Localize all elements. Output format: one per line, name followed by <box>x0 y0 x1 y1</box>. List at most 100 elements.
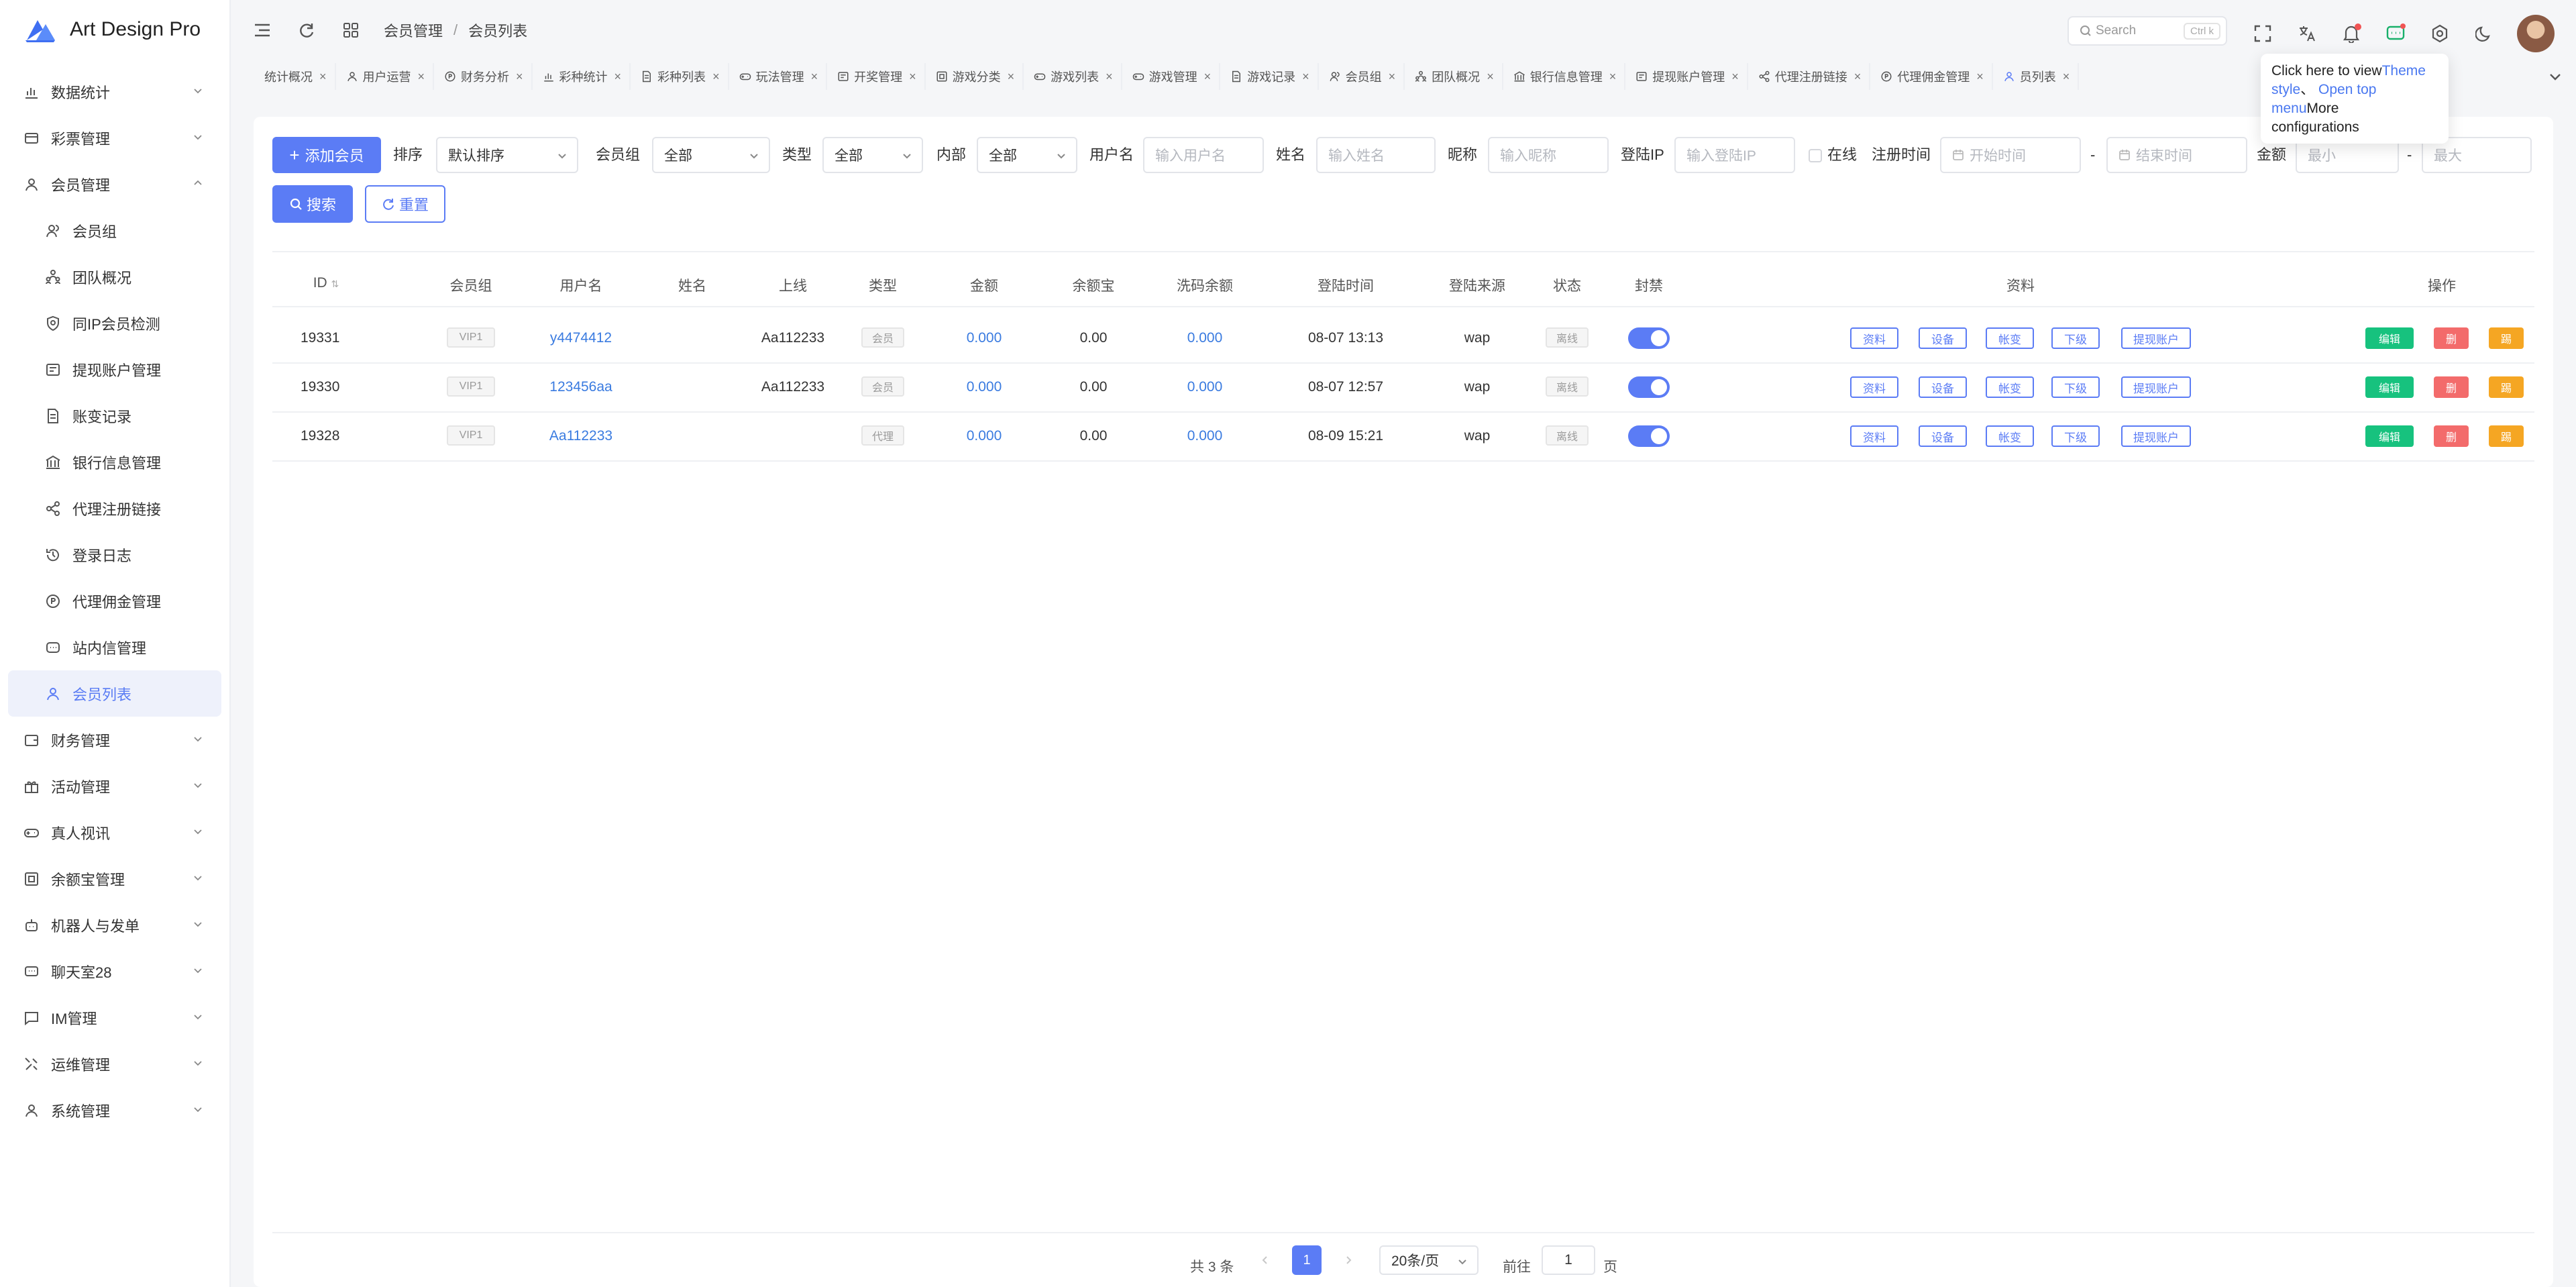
wash-balance-link[interactable]: 0.000 <box>1151 379 1258 395</box>
chat-bubble-icon[interactable] <box>2385 23 2406 44</box>
info-button[interactable]: 提现账户 <box>2121 376 2191 398</box>
search-button[interactable]: 搜索 <box>272 185 353 223</box>
breadcrumb-item[interactable]: 会员管理 <box>384 19 443 41</box>
tab[interactable]: 用户运营 × <box>336 63 435 90</box>
sidebar-item[interactable]: 代理注册链接 <box>0 485 229 531</box>
online-checkbox[interactable] <box>1809 149 1822 162</box>
close-icon[interactable]: × <box>1106 70 1113 84</box>
kick-button[interactable]: 踢 <box>2489 327 2524 349</box>
close-icon[interactable]: × <box>1302 70 1309 84</box>
dark-mode-moon-icon[interactable] <box>2474 23 2494 44</box>
username-link[interactable]: Aa112233 <box>527 428 635 444</box>
chevron-down-icon[interactable] <box>2545 67 2565 87</box>
tab[interactable]: 统计概况 × <box>255 63 336 90</box>
tab[interactable]: 会员组 × <box>1319 63 1405 90</box>
notification-bell-icon[interactable] <box>2341 23 2361 44</box>
sidebar-item[interactable]: 团队概况 <box>0 254 229 300</box>
username-input[interactable]: 输入用户名 <box>1143 137 1264 173</box>
kick-button[interactable]: 踢 <box>2489 425 2524 447</box>
goto-page-input[interactable]: 1 <box>1542 1245 1595 1275</box>
info-button[interactable]: 设备 <box>1919 425 1967 447</box>
sidebar-group[interactable]: 聊天室28 <box>0 948 229 994</box>
sidebar-group[interactable]: 系统管理 <box>0 1087 229 1133</box>
nickname-input[interactable]: 输入昵称 <box>1488 137 1609 173</box>
delete-button[interactable]: 删 <box>2434 327 2469 349</box>
ban-toggle[interactable] <box>1628 425 1670 447</box>
tab[interactable]: 财务分析 × <box>434 63 533 90</box>
delete-button[interactable]: 删 <box>2434 376 2469 398</box>
info-button[interactable]: 下级 <box>2051 327 2100 349</box>
info-button[interactable]: 提现账户 <box>2121 425 2191 447</box>
tooltip-link[interactable]: Theme <box>2382 63 2426 79</box>
close-icon[interactable]: × <box>909 70 916 84</box>
next-page-button[interactable] <box>1334 1245 1363 1275</box>
close-icon[interactable]: × <box>1976 70 1984 84</box>
close-icon[interactable]: × <box>319 70 327 84</box>
amount-link[interactable]: 0.000 <box>930 428 1038 444</box>
sidebar-group[interactable]: 会员管理 <box>0 161 229 207</box>
tab[interactable]: 游戏列表 × <box>1024 63 1122 90</box>
translate-icon[interactable] <box>2297 23 2317 44</box>
column-header[interactable]: ID ⇅ <box>272 275 380 291</box>
close-icon[interactable]: × <box>1204 70 1212 84</box>
refresh-icon[interactable] <box>297 20 317 40</box>
wash-balance-link[interactable]: 0.000 <box>1151 428 1258 444</box>
info-button[interactable]: 资料 <box>1850 425 1898 447</box>
tab[interactable]: 玩法管理 × <box>729 63 828 90</box>
info-button[interactable]: 设备 <box>1919 327 1967 349</box>
info-button[interactable]: 设备 <box>1919 376 1967 398</box>
username-link[interactable]: y4474412 <box>527 330 635 346</box>
grid-apps-icon[interactable] <box>341 20 361 40</box>
kick-button[interactable]: 踢 <box>2489 376 2524 398</box>
fullscreen-icon[interactable] <box>2253 23 2273 44</box>
sidebar-item[interactable]: 会员组 <box>0 207 229 254</box>
edit-button[interactable]: 编辑 <box>2365 376 2414 398</box>
info-button[interactable]: 资料 <box>1850 376 1898 398</box>
wash-balance-link[interactable]: 0.000 <box>1151 330 1258 346</box>
tooltip-link[interactable]: menu <box>2271 101 2307 116</box>
info-button[interactable]: 帐变 <box>1986 425 2034 447</box>
ban-toggle[interactable] <box>1628 327 1670 349</box>
page-number-button[interactable]: 1 <box>1292 1245 1322 1275</box>
close-icon[interactable]: × <box>516 70 523 84</box>
reset-button[interactable]: 重置 <box>365 185 445 223</box>
sort-icon[interactable]: ⇅ <box>331 278 339 289</box>
user-avatar[interactable] <box>2517 15 2555 52</box>
sort-select[interactable]: 默认排序 <box>436 137 578 173</box>
info-button[interactable]: 帐变 <box>1986 376 2034 398</box>
amount-link[interactable]: 0.000 <box>930 379 1038 395</box>
sidebar-item[interactable]: 会员列表 <box>8 670 221 717</box>
settings-gear-icon[interactable] <box>2430 23 2450 44</box>
tab[interactable]: 银行信息管理 × <box>1503 63 1626 90</box>
menu-toggle-icon[interactable] <box>252 20 272 40</box>
amount-link[interactable]: 0.000 <box>930 330 1038 346</box>
tab[interactable]: 游戏记录 × <box>1220 63 1319 90</box>
sidebar-group[interactable]: 余额宝管理 <box>0 856 229 902</box>
tab[interactable]: 彩种列表 × <box>631 63 729 90</box>
close-icon[interactable]: × <box>811 70 818 84</box>
tab[interactable]: 游戏分类 × <box>926 63 1024 90</box>
sidebar-item[interactable]: 同IP会员检测 <box>0 300 229 346</box>
tab[interactable]: 开奖管理 × <box>827 63 926 90</box>
prev-page-button[interactable] <box>1250 1245 1280 1275</box>
end-time-input[interactable]: 结束时间 <box>2106 137 2247 173</box>
ip-input[interactable]: 输入登陆IP <box>1674 137 1795 173</box>
tooltip-link[interactable]: Open top <box>2318 82 2376 97</box>
tab[interactable]: 代理佣金管理 × <box>1870 63 1993 90</box>
tab[interactable]: 代理注册链接 × <box>1748 63 1871 90</box>
add-member-button[interactable]: + 添加会员 <box>272 137 381 173</box>
start-time-input[interactable]: 开始时间 <box>1940 137 2081 173</box>
page-size-select[interactable]: 20条/页 <box>1379 1245 1479 1275</box>
sidebar-group[interactable]: IM管理 <box>0 994 229 1041</box>
tab[interactable]: 员列表 × <box>1993 63 2080 90</box>
sidebar-group[interactable]: 机器人与发单 <box>0 902 229 948</box>
tab[interactable]: 提现账户管理 × <box>1625 63 1748 90</box>
close-icon[interactable]: × <box>1609 70 1617 84</box>
name-input[interactable]: 输入姓名 <box>1316 137 1436 173</box>
info-button[interactable]: 资料 <box>1850 327 1898 349</box>
sidebar-item[interactable]: 代理佣金管理 <box>0 578 229 624</box>
tooltip-link[interactable]: style <box>2271 82 2300 97</box>
close-icon[interactable]: × <box>1008 70 1015 84</box>
sidebar-group[interactable]: 运维管理 <box>0 1041 229 1087</box>
sidebar-item[interactable]: 提现账户管理 <box>0 346 229 393</box>
